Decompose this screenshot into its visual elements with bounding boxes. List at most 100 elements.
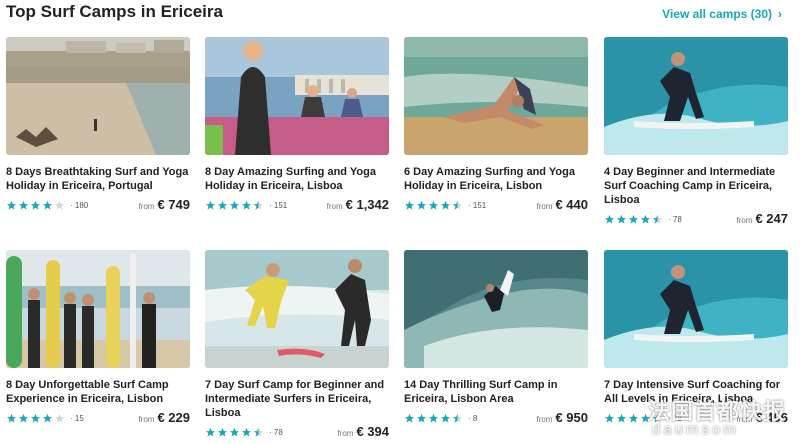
star-icon (42, 200, 53, 210)
star-half-icon (253, 200, 264, 210)
star-icon (404, 200, 415, 210)
camp-title[interactable]: 14 Day Thrilling Surf Camp in Ericeira, … (404, 378, 588, 406)
price: from € 394 (337, 423, 389, 441)
price-from-label: from (536, 202, 553, 211)
price-from-label: from (138, 202, 155, 211)
price-amount: € 749 (157, 197, 190, 212)
camp-title[interactable]: 8 Day Unforgettable Surf Camp Experience… (6, 378, 190, 406)
star-half-icon (452, 200, 463, 210)
star-half-icon (253, 427, 264, 437)
star-icon (241, 427, 252, 437)
star-icon (54, 413, 65, 423)
view-all-camps-link[interactable]: View all camps (30) › (662, 7, 782, 21)
camp-card[interactable]: 4 Day Beginner and Intermediate Surf Coa… (604, 37, 788, 232)
camp-card[interactable]: 8 Day Amazing Surfing and Yoga Holiday i… (205, 37, 389, 218)
star-icon (6, 413, 17, 423)
rating-stars: · 151 (404, 200, 486, 211)
star-icon (241, 200, 252, 210)
price: from € 1,342 (327, 196, 389, 214)
camp-card[interactable]: 8 Days Breathtaking Surf and Yoga Holida… (6, 37, 190, 218)
price: from € 247 (736, 210, 788, 228)
camp-meta: · 180 from € 749 (6, 196, 190, 218)
page-title: Top Surf Camps in Ericeira (6, 2, 223, 21)
star-icon (604, 413, 615, 423)
star-icon (205, 427, 216, 437)
price-amount: € 1,342 (345, 197, 389, 212)
camp-title[interactable]: 8 Days Breathtaking Surf and Yoga Holida… (6, 165, 190, 193)
price-amount: € 440 (555, 197, 588, 212)
star-icon (217, 427, 228, 437)
review-count: · 151 (269, 201, 288, 210)
star-icon (628, 413, 639, 423)
price: from € 950 (536, 409, 588, 427)
price-from-label: from (736, 216, 753, 225)
camp-photo-yoga-pose[interactable] (404, 37, 588, 155)
star-icon (42, 413, 53, 423)
rating-stars: · 151 (205, 200, 287, 211)
star-icon (428, 413, 439, 423)
star-half-icon (652, 214, 663, 224)
rating-stars: · 78 (205, 427, 283, 438)
star-icon (416, 200, 427, 210)
star-icon (18, 413, 29, 423)
review-count: · 78 (269, 428, 283, 437)
star-icon (30, 200, 41, 210)
star-icon (616, 214, 627, 224)
camp-meta: · 78 from € 394 (205, 423, 389, 444)
camp-photo-surf-lesson[interactable] (205, 250, 389, 368)
camp-title[interactable]: 6 Day Amazing Surfing and Yoga Holiday i… (404, 165, 588, 193)
camp-meta: · 15 from € 229 (6, 409, 190, 431)
review-count: · 78 (668, 215, 682, 224)
star-icon (416, 413, 427, 423)
camp-photo-surfer-wave[interactable] (604, 37, 788, 155)
star-icon (640, 214, 651, 224)
camp-photo-surf-group[interactable] (6, 250, 190, 368)
rating-stars: · 180 (6, 200, 88, 211)
camp-card[interactable]: 6 Day Amazing Surfing and Yoga Holiday i… (404, 37, 588, 218)
watermark-text-en: daumsom (652, 421, 739, 438)
price-amount: € 950 (555, 410, 588, 425)
camp-card[interactable]: 7 Day Surf Camp for Beginner and Interme… (205, 250, 389, 444)
camp-meta: · 151 from € 1,342 (205, 196, 389, 218)
price: from € 440 (536, 196, 588, 214)
camp-title[interactable]: 7 Day Surf Camp for Beginner and Interme… (205, 378, 389, 420)
star-icon (616, 413, 627, 423)
price-from-label: from (536, 415, 553, 424)
rating-stars: · 8 (404, 413, 477, 424)
review-count: · 151 (468, 201, 487, 210)
star-icon (30, 413, 41, 423)
star-icon (440, 200, 451, 210)
camp-meta: · 78 from € 247 (604, 210, 788, 232)
star-icon (440, 413, 451, 423)
star-icon (229, 427, 240, 437)
price-from-label: from (337, 429, 354, 438)
star-icon (18, 200, 29, 210)
camp-photo-yoga-group[interactable] (205, 37, 389, 155)
camp-photo-surfer-wave-2[interactable] (604, 250, 788, 368)
price: from € 229 (138, 409, 190, 427)
camp-card[interactable]: 8 Day Unforgettable Surf Camp Experience… (6, 250, 190, 431)
chevron-right-icon: › (778, 7, 782, 21)
price-from-label: from (326, 202, 343, 211)
camp-photo-surfer-barrel[interactable] (404, 250, 588, 368)
price-from-label: from (138, 415, 155, 424)
camp-photo-beach[interactable] (6, 37, 190, 155)
rating-stars: · 15 (6, 413, 84, 424)
price-amount: € 229 (157, 410, 190, 425)
star-icon (205, 200, 216, 210)
view-all-label: View all camps (30) (662, 7, 772, 21)
watermark-logo: 法国首都快报 daumsom (648, 394, 800, 444)
price-amount: € 394 (356, 424, 389, 439)
price: from € 749 (138, 196, 190, 214)
star-icon (54, 200, 65, 210)
camp-card[interactable]: 14 Day Thrilling Surf Camp in Ericeira, … (404, 250, 588, 431)
review-count: · 15 (70, 414, 84, 423)
camp-meta: · 151 from € 440 (404, 196, 588, 218)
review-count: · 8 (468, 414, 478, 423)
rating-stars: · 78 (604, 214, 682, 225)
review-count: · 180 (70, 201, 89, 210)
star-half-icon (452, 413, 463, 423)
price-amount: € 247 (755, 211, 788, 226)
camp-title[interactable]: 4 Day Beginner and Intermediate Surf Coa… (604, 165, 788, 207)
camp-title[interactable]: 8 Day Amazing Surfing and Yoga Holiday i… (205, 165, 389, 193)
